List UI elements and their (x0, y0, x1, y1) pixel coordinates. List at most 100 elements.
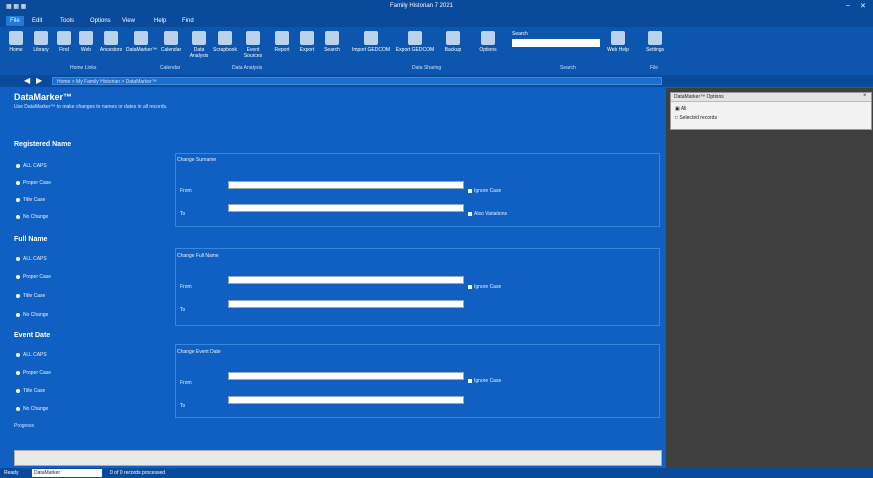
web-help-button[interactable]: Web Help (604, 31, 632, 53)
section-full-name: Full Name (14, 236, 48, 243)
radio-title-case-3[interactable]: Title Case (16, 388, 45, 394)
option-selected-records[interactable]: □ Selected records (675, 115, 717, 121)
settings-icon (648, 31, 662, 45)
panel-close-icon[interactable]: × (863, 93, 867, 99)
title-bar: ▦ ▦ ▦ Family Historian 7 2021 – ✕ (0, 0, 873, 14)
radio-no-change[interactable]: No Change (16, 214, 48, 220)
surname-from-input[interactable] (228, 181, 464, 189)
backup-button[interactable]: Backup (440, 31, 466, 53)
ignore-case-checkbox[interactable]: Ignore Case (468, 188, 501, 194)
datamarker-icon (134, 31, 148, 45)
web-button[interactable]: Web (76, 31, 96, 53)
to-label-2: To (180, 307, 186, 313)
menu-bar: File Edit Tools Options View Help Find (0, 14, 873, 27)
settings-button[interactable]: Settings (640, 31, 670, 53)
datamarker-button[interactable]: DataMarker™ (126, 31, 157, 53)
breadcrumb[interactable]: Home > My Family Historian > DataMarker™ (52, 77, 662, 85)
calendar-button[interactable]: Calendar (158, 31, 184, 53)
full-name-group-title: Change Full Name (177, 253, 219, 259)
options-panel: DataMarker™ Options × ▣ All □ Selected r… (670, 92, 872, 130)
tab-file[interactable]: File (6, 16, 24, 26)
progress-bar (14, 450, 662, 466)
tab-view[interactable]: View (118, 16, 139, 26)
event-date-group-title: Change Event Date (177, 349, 221, 355)
option-all[interactable]: ▣ All (675, 106, 686, 112)
minimize-icon[interactable]: – (846, 2, 850, 9)
radio-no-change-2[interactable]: No Change (16, 312, 48, 318)
surname-to-input[interactable] (228, 204, 464, 212)
scrapbook-button[interactable]: Scrapbook (212, 31, 238, 53)
app-icon: ▦ ▦ ▦ (6, 4, 27, 10)
radio-proper-case[interactable]: Proper Case (16, 180, 51, 186)
ribbon: Home Library Find Web Ancestors DataMark… (0, 27, 873, 75)
ancestors-button[interactable]: Ancestors (98, 31, 124, 53)
home-button[interactable]: Home (4, 31, 28, 53)
tab-help[interactable]: Help (150, 16, 170, 26)
import-gedcom-button[interactable]: Import GEDCOM (350, 31, 392, 53)
home-icon (9, 31, 23, 45)
export-file-icon (408, 31, 422, 45)
radio-all-caps-2[interactable]: ALL CAPS (16, 256, 47, 262)
calendar-icon (164, 31, 178, 45)
report-icon (275, 31, 289, 45)
full-name-group (175, 248, 660, 326)
options-icon (481, 31, 495, 45)
tab-options[interactable]: Options (86, 16, 115, 26)
report-button[interactable]: Report (270, 31, 294, 53)
event-date-group (175, 344, 660, 418)
radio-title-case-2[interactable]: Title Case (16, 293, 45, 299)
back-icon[interactable]: ◀ (24, 76, 30, 85)
surname-group-title: Change Surname (177, 157, 217, 163)
search-button[interactable]: Search (320, 31, 344, 53)
find-icon (57, 31, 71, 45)
tab-edit[interactable]: Edit (28, 16, 46, 26)
section-registered-name: Registered Name (14, 141, 72, 148)
search-label: Search (512, 31, 528, 37)
progress-label: Progress (14, 423, 35, 429)
options-panel-title: DataMarker™ Options (674, 94, 724, 100)
event-date-to-input[interactable] (228, 396, 464, 404)
library-icon (34, 31, 48, 45)
status-label: Ready (4, 470, 19, 476)
full-name-to-input[interactable] (228, 300, 464, 308)
tab-find[interactable]: Find (178, 16, 198, 26)
surname-group (175, 153, 660, 227)
full-name-from-input[interactable] (228, 276, 464, 284)
backup-icon (446, 31, 460, 45)
scrapbook-icon (218, 31, 232, 45)
radio-proper-case-2[interactable]: Proper Case (16, 274, 51, 280)
chart-icon (192, 31, 206, 45)
search-icon (325, 31, 339, 45)
export-icon (300, 31, 314, 45)
globe-icon (246, 31, 260, 45)
export-button[interactable]: Export (296, 31, 318, 53)
radio-proper-case-3[interactable]: Proper Case (16, 370, 51, 376)
library-button[interactable]: Library (30, 31, 52, 53)
export-gedcom-button[interactable]: Export GEDCOM (394, 31, 436, 53)
web-icon (79, 31, 93, 45)
forward-icon[interactable]: ▶ (36, 76, 42, 85)
group-data-analysis: Data Analysis (232, 65, 263, 71)
window-title: Family Historian 7 2021 (390, 3, 454, 9)
data-analysis-button[interactable]: Data Analysis (188, 31, 210, 59)
ignore-case-checkbox-2[interactable]: Ignore Case (468, 284, 501, 290)
find-button[interactable]: Find (54, 31, 74, 53)
radio-all-caps-3[interactable]: ALL CAPS (16, 352, 47, 358)
status-input[interactable]: DataMarker (32, 469, 102, 477)
group-home-links: Home Links (70, 65, 97, 71)
options-button[interactable]: Options (468, 31, 508, 53)
also-variations-checkbox[interactable]: Also Variations (468, 211, 507, 217)
radio-all-caps[interactable]: ALL CAPS (16, 163, 47, 169)
group-data-sharing: Data Sharing (412, 65, 442, 71)
ignore-case-checkbox-3[interactable]: Ignore Case (468, 378, 501, 384)
to-label-3: To (180, 403, 186, 409)
tab-tools[interactable]: Tools (56, 16, 78, 26)
status-bar: Ready DataMarker 0 of 0 records processe… (0, 468, 873, 478)
event-sources-button[interactable]: Event Sources (240, 31, 266, 59)
ribbon-search-input[interactable] (512, 39, 600, 47)
status-message: 0 of 0 records processed (110, 470, 166, 476)
close-icon[interactable]: ✕ (860, 2, 866, 10)
event-date-from-input[interactable] (228, 372, 464, 380)
radio-no-change-3[interactable]: No Change (16, 406, 48, 412)
radio-title-case[interactable]: Title Case (16, 197, 45, 203)
